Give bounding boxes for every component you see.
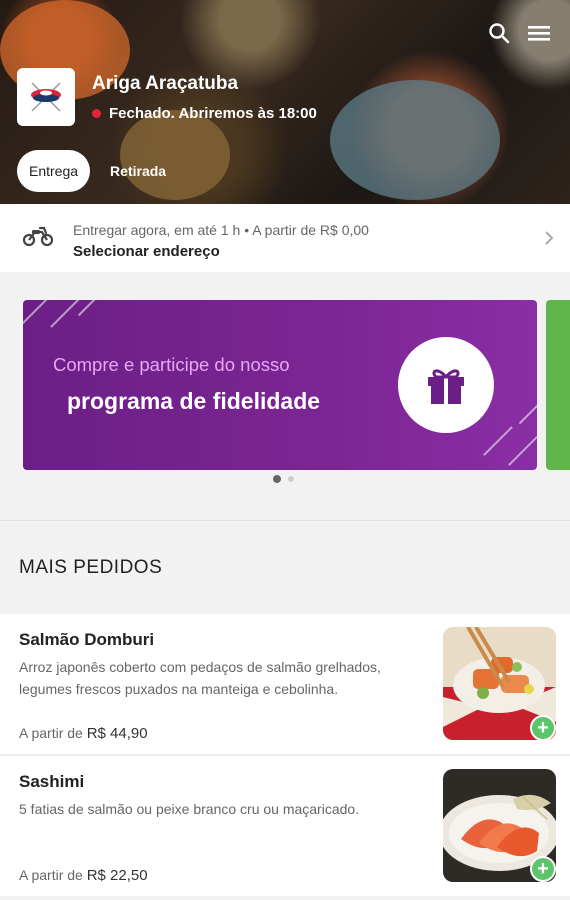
chevron-right-icon xyxy=(544,230,554,251)
tab-retirada[interactable]: Retirada xyxy=(98,150,178,192)
banner-line1: Compre e participe do nosso xyxy=(53,354,290,375)
product-price: R$ 44,90 xyxy=(86,725,148,742)
carousel-indicator xyxy=(273,475,294,483)
status-dot xyxy=(92,109,101,118)
banner-line2: programa de fidelidade xyxy=(67,388,321,414)
product-price: R$ 22,50 xyxy=(86,867,148,884)
store-header: Ariga Araçatuba Fechado. Abriremos às 18… xyxy=(0,0,570,204)
price-prefix: A partir de xyxy=(19,867,83,883)
banner-stripe xyxy=(518,401,537,425)
carousel-dot xyxy=(288,476,294,482)
product-name: Sashimi xyxy=(19,772,85,791)
section-title: MAIS PEDIDOS xyxy=(19,557,163,578)
product-description: 5 fatias de salmão ou peixe branco cru o… xyxy=(19,801,360,817)
header-background-dish xyxy=(330,80,500,200)
store-status: Fechado. Abriremos às 18:00 xyxy=(92,105,317,122)
banner-stripe xyxy=(483,426,513,456)
status-text: Fechado. Abriremos às 18:00 xyxy=(109,105,317,122)
banner-stripe xyxy=(77,300,97,317)
menu-icon[interactable] xyxy=(526,20,552,46)
carousel-dot-active xyxy=(273,475,281,483)
banner-stripe xyxy=(50,300,80,328)
store-logo xyxy=(17,68,75,126)
store-name: Ariga Araçatuba xyxy=(92,73,239,94)
banner-stripe xyxy=(508,436,537,466)
select-address-label: Selecionar endereço xyxy=(73,243,220,260)
product-card-salmao-domburi[interactable]: Salmão Domburi Arroz japonês coberto com… xyxy=(0,614,570,754)
motorcycle-icon xyxy=(22,226,54,253)
delivery-info: Entregar agora, em até 1 h • A partir de… xyxy=(73,222,369,238)
search-icon[interactable] xyxy=(486,20,512,46)
loyalty-banner[interactable]: Compre e participe do nosso programa de … xyxy=(23,300,537,470)
price-prefix: A partir de xyxy=(19,725,83,741)
product-price-row: A partir de R$ 44,90 xyxy=(19,725,148,742)
tab-entrega[interactable]: Entrega xyxy=(17,150,91,192)
delivery-address-row[interactable]: Entregar agora, em até 1 h • A partir de… xyxy=(0,204,570,272)
product-description: Arroz japonês coberto com pedaços de sal… xyxy=(19,659,381,697)
product-name: Salmão Domburi xyxy=(19,630,155,649)
add-to-cart-button[interactable]: + xyxy=(530,715,556,741)
gift-icon xyxy=(398,337,494,433)
order-type-tabs: Entrega Retirada xyxy=(17,150,178,192)
section-header: MAIS PEDIDOS xyxy=(0,520,570,612)
product-price-row: A partir de R$ 22,50 xyxy=(19,867,148,884)
add-to-cart-button[interactable]: + xyxy=(530,856,556,882)
product-card-sashimi[interactable]: Sashimi 5 fatias de salmão ou peixe bran… xyxy=(0,756,570,896)
banner-stripe xyxy=(23,300,48,328)
next-banner-peek[interactable] xyxy=(546,300,570,470)
